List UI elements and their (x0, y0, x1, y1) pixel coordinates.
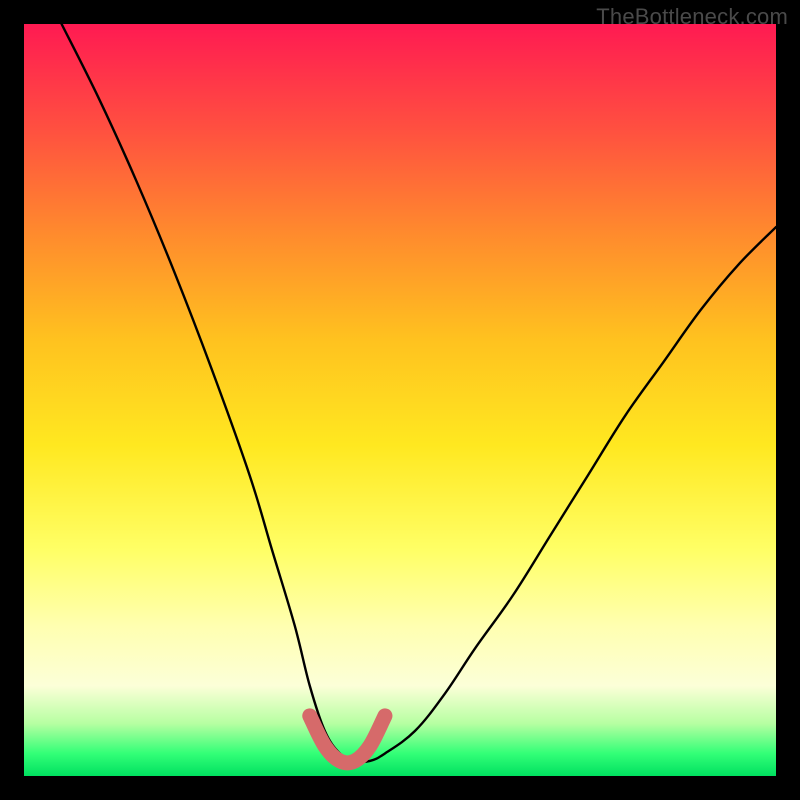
optimal-zone-marker (310, 716, 385, 763)
bottleneck-curve (62, 24, 776, 762)
chart-plot-area (24, 24, 776, 776)
watermark-text: TheBottleneck.com (596, 4, 788, 30)
chart-svg (24, 24, 776, 776)
